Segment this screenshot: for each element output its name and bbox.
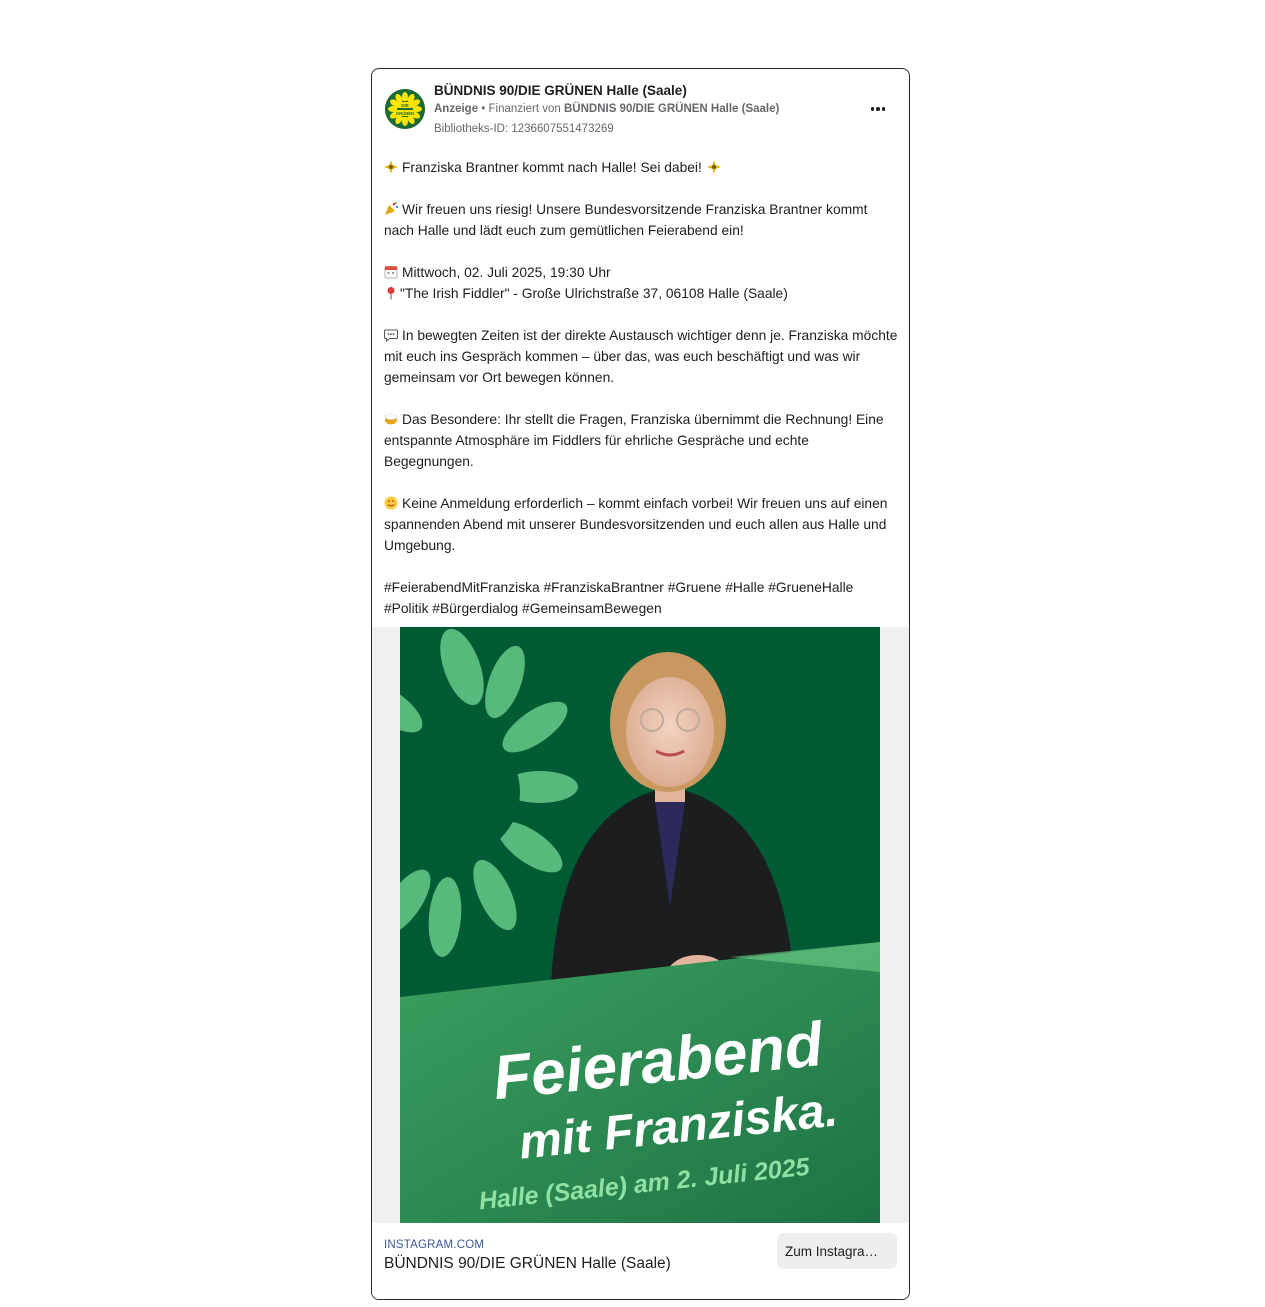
- paragraph-exchange: In bewegten Zeiten ist der direkte Austa…: [384, 325, 900, 388]
- paragraph-no-signup: Keine Anmeldung erforderlich – kommt ein…: [384, 493, 900, 556]
- link-footer[interactable]: INSTAGRAM.COM BÜNDNIS 90/DIE GRÜNEN Hall…: [372, 1223, 909, 1299]
- paragraph-special: Das Besondere: Ihr stellt die Fragen, Fr…: [384, 409, 900, 472]
- speech-bubble-icon: [384, 329, 398, 342]
- sunflower-logo-icon: DIE GRÜNEN: [385, 89, 425, 129]
- ad-creative-image[interactable]: Feierabend mit Franziska. Halle (Saale) …: [400, 627, 880, 1227]
- link-title[interactable]: BÜNDNIS 90/DIE GRÜNEN Halle (Saale): [384, 1255, 671, 1273]
- cta-button[interactable]: Zum Instagram-Profil: [777, 1233, 897, 1269]
- sponsor-line: Anzeige • Finanziert von BÜNDNIS 90/DIE …: [434, 103, 779, 115]
- intro-text: Wir freuen uns riesig! Unsere Bundesvors…: [384, 202, 868, 238]
- funded-by-prefix: Finanziert von: [488, 103, 561, 115]
- party-popper-icon: [385, 202, 398, 215]
- exchange-text: In bewegten Zeiten ist der direkte Austa…: [384, 328, 898, 385]
- library-id: Bibliotheks-ID: 1236607551473269: [434, 123, 614, 135]
- more-dot: [876, 107, 880, 111]
- link-domain: INSTAGRAM.COM: [384, 1239, 485, 1251]
- paragraph-intro: Wir freuen uns riesig! Unsere Bundesvors…: [384, 199, 900, 241]
- page-name-link[interactable]: BÜNDNIS 90/DIE GRÜNEN Halle (Saale): [434, 83, 687, 98]
- beer-icon: [384, 414, 398, 425]
- more-dot: [881, 107, 886, 111]
- no-signup-text: Keine Anmeldung erforderlich – kommt ein…: [384, 496, 888, 553]
- hugging-face-icon: [384, 496, 398, 510]
- calendar-icon: [384, 266, 398, 279]
- sponsored-label: Anzeige: [434, 103, 479, 115]
- paragraph-hashtags: #FeierabendMitFranziska #FranziskaBrantn…: [384, 577, 900, 619]
- sparkle-icon: [706, 160, 721, 174]
- avatar-text-top: DIE: [401, 103, 409, 108]
- special-text: Das Besondere: Ihr stellt die Fragen, Fr…: [384, 412, 884, 469]
- ad-media-area: Feierabend mit Franziska. Halle (Saale) …: [372, 627, 909, 1227]
- more-horizontal-icon: [870, 107, 875, 111]
- pushpin-icon: [387, 287, 395, 300]
- paragraph-headline: Franziska Brantner kommt nach Halle! Sei…: [384, 157, 900, 178]
- ad-header: DIE GRÜNEN BÜNDNIS 90/DIE GRÜNEN Halle (…: [372, 69, 909, 149]
- ad-card: DIE GRÜNEN BÜNDNIS 90/DIE GRÜNEN Halle (…: [371, 68, 910, 1300]
- more-options-button[interactable]: [864, 97, 892, 121]
- separator-dot: •: [481, 103, 489, 115]
- creative-graphic: Feierabend mit Franziska. Halle (Saale) …: [400, 627, 880, 1227]
- sparkle-icon: [384, 160, 398, 174]
- avatar-text-bottom: GRÜNEN: [396, 111, 414, 116]
- hashtags-text: #FeierabendMitFranziska #FranziskaBrantn…: [384, 580, 854, 616]
- headline-text: Franziska Brantner kommt nach Halle! Sei…: [402, 160, 702, 175]
- avatar[interactable]: DIE GRÜNEN: [385, 89, 425, 129]
- event-location: "The Irish Fiddler" - Große Ulrichstraße…: [400, 286, 788, 301]
- ad-body-text: Franziska Brantner kommt nach Halle! Sei…: [384, 157, 900, 619]
- event-date: Mittwoch, 02. Juli 2025, 19:30 Uhr: [402, 265, 611, 280]
- paragraph-event-details: Mittwoch, 02. Juli 2025, 19:30 Uhr "The …: [384, 262, 900, 304]
- funded-by-name: BÜNDNIS 90/DIE GRÜNEN Halle (Saale): [563, 103, 780, 115]
